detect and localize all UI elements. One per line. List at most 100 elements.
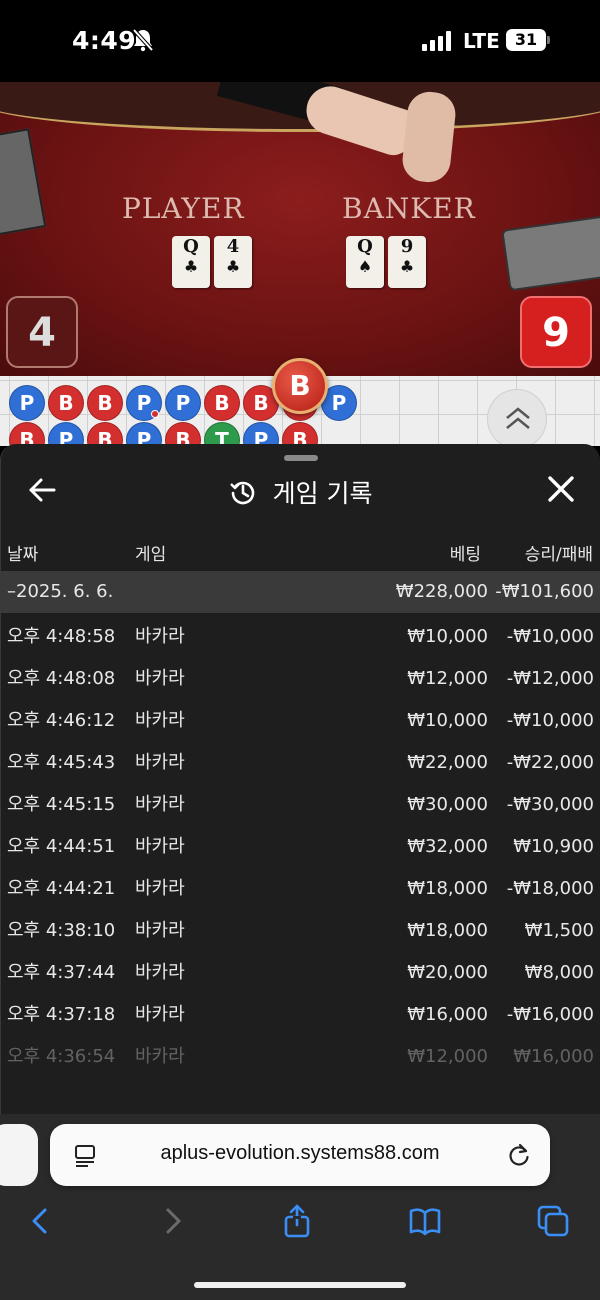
expand-roadmap-button[interactable]	[487, 389, 547, 449]
bead-road-cell: B	[165, 422, 201, 446]
history-clock-icon	[230, 481, 255, 505]
row-bet: ₩12,000	[407, 668, 488, 689]
row-bet: ₩22,000	[407, 752, 488, 773]
row-bet: ₩32,000	[407, 836, 488, 857]
row-time: 오후 4:45:15	[7, 794, 116, 815]
bead-road-cell: B	[282, 422, 318, 446]
row-result: -₩12,000	[506, 668, 594, 689]
battery-level: 31	[514, 30, 538, 49]
row-result: ₩16,000	[513, 1046, 594, 1067]
card-rank: Q	[183, 236, 199, 257]
home-indicator	[194, 1282, 406, 1288]
forward-nav-icon[interactable]	[155, 1204, 189, 1238]
row-result: -₩10,000	[506, 626, 594, 647]
row-time: 오후 4:36:54	[7, 1046, 116, 1067]
summary-bet-total: ₩228,000	[395, 581, 488, 602]
table-row[interactable]: 오후 4:44:51 바카라 ₩32,000 ₩10,900	[1, 826, 600, 868]
row-time: 오후 4:45:43	[7, 752, 116, 773]
banker-card-2: 9 ♣	[388, 236, 426, 288]
row-result: ₩10,900	[513, 836, 594, 857]
banker-card-1: Q ♠	[346, 236, 384, 288]
summary-date: –2025. 6. 6.	[7, 581, 114, 602]
cell-signal-icon	[422, 31, 451, 51]
row-bet: ₩18,000	[407, 920, 488, 941]
network-type: LTE	[463, 29, 500, 53]
card-suit: ♣	[183, 257, 199, 276]
bead-road-cell: B	[9, 422, 45, 446]
table-row[interactable]: 오후 4:48:58 바카라 ₩10,000 -₩10,000	[1, 616, 600, 658]
back-nav-icon[interactable]	[24, 1204, 58, 1238]
card-suit: ♠	[357, 257, 373, 276]
table-row[interactable]: 오후 4:36:54 바카라 ₩12,000 ₩16,000	[1, 1036, 600, 1078]
table-row[interactable]: 오후 4:38:10 바카라 ₩18,000 ₩1,500	[1, 910, 600, 952]
player-score: 4	[6, 296, 78, 368]
row-game: 바카라	[135, 626, 185, 647]
row-result: -₩18,000	[506, 878, 594, 899]
address-bar[interactable]: aplus-evolution.systems88.com	[50, 1124, 550, 1186]
row-game: 바카라	[135, 1004, 185, 1025]
bead-road-cell: B	[48, 385, 84, 421]
tabs-icon[interactable]	[536, 1204, 570, 1238]
column-header-game: 게임	[135, 545, 167, 565]
bookmarks-icon[interactable]	[408, 1204, 442, 1238]
row-game: 바카라	[135, 710, 185, 731]
close-icon[interactable]	[544, 472, 578, 506]
row-result: ₩8,000	[524, 962, 594, 983]
baccarat-table-video: PLAYER BANKER Q ♣ 4 ♣ Q ♠ 9 ♣ 4 9	[0, 82, 600, 376]
battery-tip	[547, 36, 550, 44]
last-result-badge: B	[272, 358, 328, 414]
row-game: 바카라	[135, 794, 185, 815]
sheet-title: 게임 기록	[272, 479, 373, 508]
card-shoe-left	[0, 128, 47, 236]
row-bet: ₩18,000	[407, 878, 488, 899]
row-result: -₩10,000	[506, 710, 594, 731]
date-summary-row[interactable]: –2025. 6. 6. ₩228,000 -₩101,600	[1, 571, 600, 613]
chevron-double-up-icon	[506, 407, 530, 429]
table-row[interactable]: 오후 4:48:08 바카라 ₩12,000 -₩12,000	[1, 658, 600, 700]
row-time: 오후 4:48:08	[7, 668, 116, 689]
row-time: 오후 4:37:18	[7, 1004, 116, 1025]
bead-road-cell: P	[48, 422, 84, 446]
status-bar: 4:49 LTE 31	[0, 0, 600, 82]
table-row[interactable]: 오후 4:46:12 바카라 ₩10,000 -₩10,000	[1, 700, 600, 742]
bell-muted-icon	[132, 28, 154, 52]
dealer-hand-right	[400, 89, 458, 185]
column-header-date: 날짜	[7, 545, 39, 565]
summary-result-total: -₩101,600	[495, 581, 594, 602]
sheet-grab-handle[interactable]	[284, 455, 318, 461]
table-row[interactable]: 오후 4:45:43 바카라 ₩22,000 -₩22,000	[1, 742, 600, 784]
row-game: 바카라	[135, 878, 185, 899]
bead-road-cell: B	[87, 385, 123, 421]
card-suit: ♣	[399, 257, 415, 276]
table-row[interactable]: 오후 4:45:15 바카라 ₩30,000 -₩30,000	[1, 784, 600, 826]
player-card-2: 4 ♣	[214, 236, 252, 288]
row-game: 바카라	[135, 836, 185, 857]
row-result: -₩22,000	[506, 752, 594, 773]
card-rank: Q	[357, 236, 373, 257]
column-header-result: 승리/패배	[524, 545, 593, 565]
bead-road-cell: P	[126, 385, 162, 421]
table-row[interactable]: 오후 4:37:44 바카라 ₩20,000 ₩8,000	[1, 952, 600, 994]
url-text[interactable]: aplus-evolution.systems88.com	[50, 1142, 550, 1165]
share-icon[interactable]	[280, 1204, 314, 1238]
bead-label: P	[136, 391, 152, 415]
row-time: 오후 4:44:51	[7, 836, 116, 857]
row-game: 바카라	[135, 920, 185, 941]
previous-tab-preview[interactable]	[0, 1124, 38, 1186]
row-bet: ₩10,000	[407, 710, 488, 731]
row-bet: ₩12,000	[407, 1046, 488, 1067]
banker-score: 9	[520, 296, 592, 368]
reload-icon[interactable]	[506, 1142, 532, 1168]
banker-label: BANKER	[342, 192, 476, 225]
table-row[interactable]: 오후 4:44:21 바카라 ₩18,000 -₩18,000	[1, 868, 600, 910]
sheet-header: 게임 기록	[1, 466, 600, 514]
row-game: 바카라	[135, 1046, 185, 1067]
table-row[interactable]: 오후 4:37:18 바카라 ₩16,000 -₩16,000	[1, 994, 600, 1036]
row-bet: ₩20,000	[407, 962, 488, 983]
card-rank: 9	[400, 236, 414, 257]
row-result: -₩16,000	[506, 1004, 594, 1025]
bead-road-cell: T	[204, 422, 240, 446]
bead-road-cell: P	[243, 422, 279, 446]
row-game: 바카라	[135, 668, 185, 689]
row-bet: ₩16,000	[407, 1004, 488, 1025]
